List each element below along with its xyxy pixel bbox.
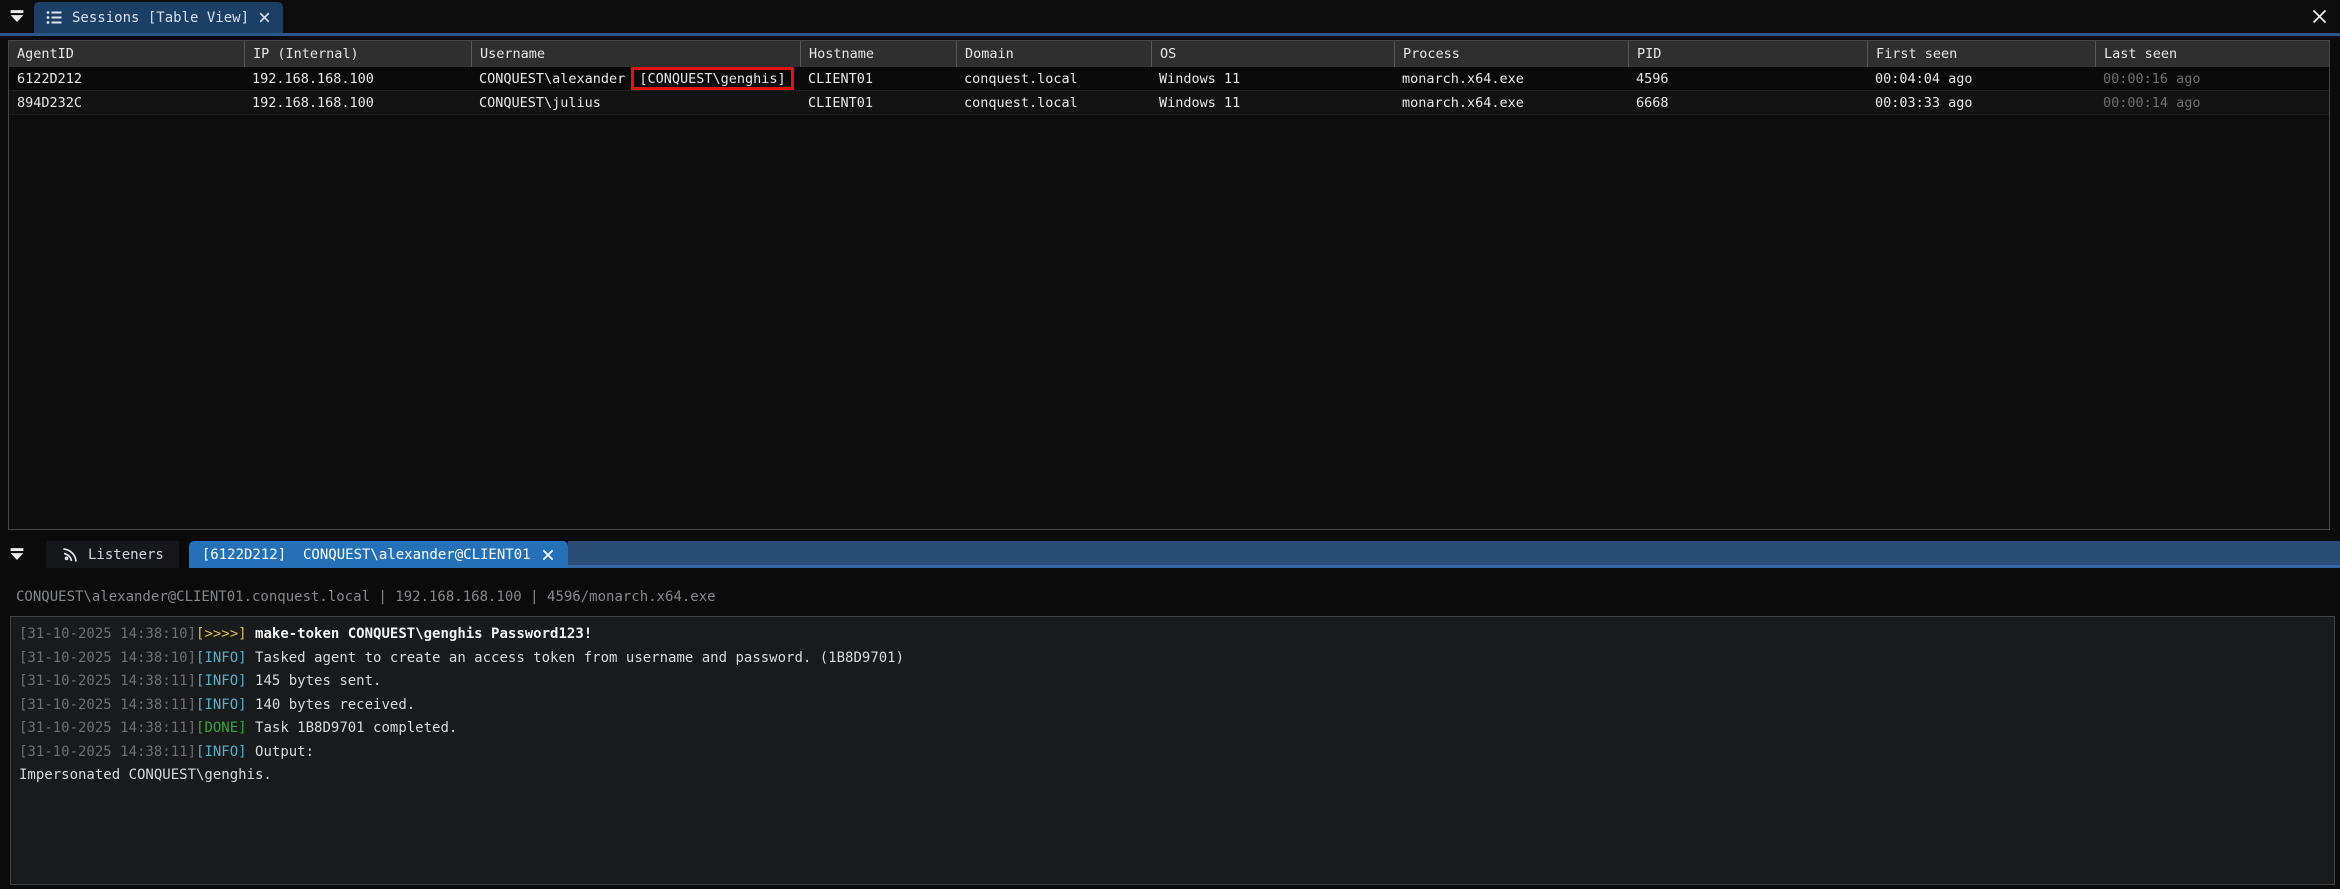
cell-pid: 6668 (1628, 91, 1867, 114)
log-tag-info: [INFO] (196, 744, 247, 760)
log-tag-info: [INFO] (196, 697, 247, 713)
log-tag-cmd: [>>>>] (196, 626, 247, 642)
log-tag-done: [DONE] (196, 720, 247, 736)
log-timestamp: [31-10-2025 14:38:10] (19, 626, 196, 642)
console-output[interactable]: [31-10-2025 14:38:10][>>>>] make-token C… (10, 616, 2335, 885)
log-message: 145 bytes sent. (255, 673, 381, 689)
sessions-table-panel: AgentIDIP (Internal)UsernameHostnameDoma… (8, 40, 2330, 530)
cell-first-seen: 00:03:33 ago (1867, 91, 2095, 114)
log-timestamp: [31-10-2025 14:38:11] (19, 673, 196, 689)
filter-funnel-icon (6, 6, 28, 28)
cell-username: CONQUEST\julius (471, 91, 800, 114)
log-message: make-token CONQUEST\genghis Password123! (255, 626, 592, 642)
column-header-ip-internal[interactable]: IP (Internal) (244, 41, 471, 67)
column-header-last-seen[interactable]: Last seen (2095, 41, 2329, 67)
log-timestamp: [31-10-2025 14:38:11] (19, 744, 196, 760)
log-tag-info: [INFO] (196, 650, 247, 666)
column-header-first-seen[interactable]: First seen (1867, 41, 2095, 67)
console-line: [31-10-2025 14:38:11][DONE] Task 1B8D970… (19, 717, 2326, 741)
log-message: Tasked agent to create an access token f… (255, 650, 904, 666)
console-line: Impersonated CONQUEST\genghis. (19, 764, 2326, 788)
log-timestamp: [31-10-2025 14:38:10] (19, 650, 196, 666)
console-line: [31-10-2025 14:38:11][INFO] 140 bytes re… (19, 694, 2326, 718)
bottom-tabbar: Listeners [6122D212] CONQUEST\alexander@… (0, 541, 2340, 568)
app-window: Sessions [Table View] AgentIDIP (Interna… (0, 0, 2340, 889)
window-close-icon[interactable] (2304, 0, 2334, 33)
tabbar-fill-strip (568, 541, 2340, 568)
log-message: Task 1B8D9701 completed. (255, 720, 457, 736)
console-lines: [31-10-2025 14:38:10][>>>>] make-token C… (19, 623, 2326, 788)
console-line: [31-10-2025 14:38:11][INFO] Output: (19, 741, 2326, 765)
dock-filter-button-bottom[interactable] (0, 541, 34, 568)
column-header-pid[interactable]: PID (1628, 41, 1867, 67)
console-line: [31-10-2025 14:38:10][INFO] Tasked agent… (19, 647, 2326, 671)
cell-last-seen: 00:00:16 ago (2095, 67, 2329, 90)
cell-pid: 4596 (1628, 67, 1867, 90)
tab-label: Sessions [Table View] (72, 10, 249, 26)
accent-divider (0, 33, 2340, 36)
console-session-info: CONQUEST\alexander@CLIENT01.conquest.loc… (16, 586, 716, 608)
cell-hostname: CLIENT01 (800, 67, 956, 90)
tab-agent-console[interactable]: [6122D212] CONQUEST\alexander@CLIENT01 (189, 541, 568, 568)
log-message: Impersonated CONQUEST\genghis. (19, 767, 272, 783)
dock-filter-button-top[interactable] (0, 0, 34, 33)
log-timestamp: [31-10-2025 14:38:11] (19, 720, 196, 736)
table-body: 6122D212192.168.168.100CONQUEST\alexande… (9, 67, 2329, 115)
broadcast-antenna-icon (61, 546, 79, 564)
column-header-process[interactable]: Process (1394, 41, 1628, 67)
tab-close-icon[interactable] (258, 11, 271, 24)
tab-label: [6122D212] CONQUEST\alexander@CLIENT01 (202, 547, 531, 563)
filter-funnel-icon (6, 544, 28, 566)
console-line: [31-10-2025 14:38:11][INFO] 145 bytes se… (19, 670, 2326, 694)
tab-close-icon[interactable] (541, 548, 555, 562)
cell-process: monarch.x64.exe (1394, 91, 1628, 114)
cell-os: Windows 11 (1151, 67, 1394, 90)
column-header-agentid[interactable]: AgentID (9, 41, 244, 67)
cell-first-seen: 00:04:04 ago (1867, 67, 2095, 90)
tab-listeners[interactable]: Listeners (46, 541, 179, 568)
column-header-os[interactable]: OS (1151, 41, 1394, 67)
cell-agent-id: 6122D212 (9, 67, 244, 90)
cell-last-seen: 00:00:14 ago (2095, 91, 2329, 114)
cell-ip: 192.168.168.100 (244, 91, 471, 114)
cell-domain: conquest.local (956, 67, 1151, 90)
cell-domain: conquest.local (956, 91, 1151, 114)
cell-hostname: CLIENT01 (800, 91, 956, 114)
cell-os: Windows 11 (1151, 91, 1394, 114)
log-tag-info: [INFO] (196, 673, 247, 689)
cell-ip: 192.168.168.100 (244, 67, 471, 90)
cell-username: CONQUEST\alexander [CONQUEST\genghis] (471, 67, 800, 90)
log-timestamp: [31-10-2025 14:38:11] (19, 697, 196, 713)
table-header-row: AgentIDIP (Internal)UsernameHostnameDoma… (9, 41, 2329, 67)
log-message: 140 bytes received. (255, 697, 415, 713)
console-line: [31-10-2025 14:38:10][>>>>] make-token C… (19, 623, 2326, 647)
username-text: CONQUEST\julius (479, 95, 601, 111)
cell-agent-id: 894D232C (9, 91, 244, 114)
column-header-hostname[interactable]: Hostname (800, 41, 956, 67)
cell-process: monarch.x64.exe (1394, 67, 1628, 90)
username-text: CONQUEST\alexander (479, 71, 625, 87)
tab-sessions-table-view[interactable]: Sessions [Table View] (34, 2, 283, 33)
table-row[interactable]: 894D232C192.168.168.100 CONQUEST\julius CL… (9, 91, 2329, 115)
log-message: Output: (255, 744, 314, 760)
column-header-domain[interactable]: Domain (956, 41, 1151, 67)
tab-label: Listeners (88, 547, 164, 563)
top-tabbar: Sessions [Table View] (0, 0, 2340, 33)
column-header-username[interactable]: Username (471, 41, 800, 67)
impersonation-highlight-box: [CONQUEST\genghis] (631, 67, 793, 90)
list-icon (46, 10, 63, 25)
table-row[interactable]: 6122D212192.168.168.100CONQUEST\alexande… (9, 67, 2329, 91)
